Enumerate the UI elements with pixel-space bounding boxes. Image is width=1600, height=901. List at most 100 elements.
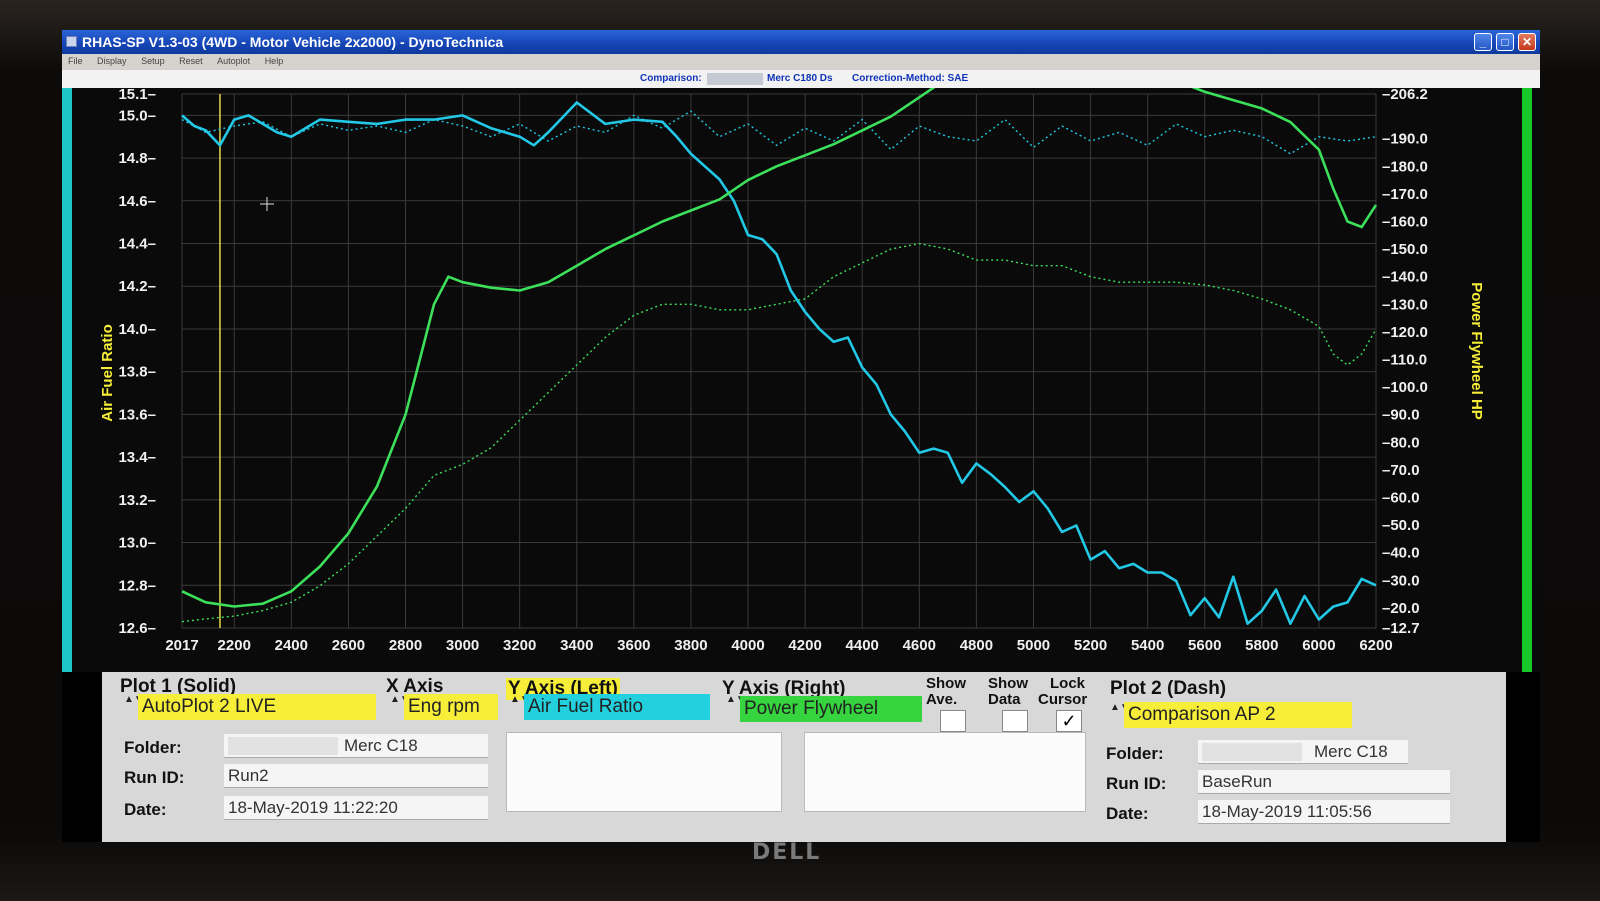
plot2-spinner[interactable]: ▲▼ [1110,702,1130,728]
chart-canvas[interactable]: 2017 2200 2400 2600 2800 3000 3200 3400 3600 3800… [62,88,1540,672]
comparison-label: Comparison: [640,73,702,84]
x-tick-label: 5000 [1017,637,1050,654]
x-tick-label: 3200 [503,637,536,654]
x-tick-label: 6000 [1302,637,1335,654]
minimize-button[interactable]: _ [1474,33,1492,51]
y-left-tick-label: 14.6– [118,193,156,210]
dell-logo: DELL [752,840,822,865]
lock-cursor-checkbox[interactable]: ✓ [1056,710,1082,732]
power-solid-series-line [181,88,1378,608]
x-tick-label: 3600 [617,637,650,654]
window-title: RHAS-SP V1.3-03 (4WD - Motor Vehicle 2x2… [82,34,504,50]
menu-autoplot[interactable]: Autoplot [217,56,250,66]
app-icon [66,36,77,47]
correction-method: Correction-Method: SAE [852,73,969,84]
afr-solid-series-line [181,101,1377,626]
plot1-date-label: Date: [124,800,167,819]
menu-file[interactable]: File [68,56,83,66]
y-right-tick-label: –180.0 [1382,158,1428,175]
y-left-tick-label: 12.6– [118,620,156,637]
comparison-folder-redacted [707,73,763,85]
y-left-tick-label: 13.0– [118,535,156,552]
y-right-tick-label: –206.2 [1382,88,1428,103]
y-axis-left-select[interactable]: Air Fuel Ratio [524,694,710,720]
x-tick-label: 3400 [560,637,593,654]
y-right-tick-label: –160.0 [1382,213,1428,230]
lock-cursor-label-bottom: Cursor [1038,691,1088,708]
x-tick-label: 2017 [165,637,198,654]
y-right-tick-label: –100.0 [1382,379,1428,396]
menu-setup[interactable]: Setup [141,56,165,66]
maximize-button[interactable]: □ [1496,33,1514,51]
plot1-folder-redacted [228,737,338,755]
plot1-select[interactable]: AutoPlot 2 LIVE [138,694,376,720]
show-data-checkbox[interactable] [1002,710,1028,732]
x-axis-select[interactable]: Eng rpm [404,694,498,720]
x-tick-label: 4000 [731,637,764,654]
x-tick-label: 3800 [674,637,707,654]
plot1-spinner[interactable]: ▲▼ [124,694,144,720]
y-right-tick-label: –20.0 [1382,600,1420,617]
comparison-info-bar: Comparison: Merc C180 Ds Correction-Meth… [62,70,1540,88]
title-bar: RHAS-SP V1.3-03 (4WD - Motor Vehicle 2x2… [62,30,1540,54]
x-tick-label: 5200 [1074,637,1107,654]
menu-help[interactable]: Help [265,56,284,66]
y-left-tick-label: 13.2– [118,492,156,509]
x-axis-spinner[interactable]: ▲▼ [390,694,410,720]
plot2-folder-field: Merc C18 [1198,740,1408,764]
y-right-tick-label: –60.0 [1382,489,1420,506]
show-ave-checkbox[interactable] [940,710,966,732]
x-tick-label: 2200 [218,637,251,654]
plot2-folder-value: Merc C18 [1314,742,1388,761]
y-right-tick-label: –190.0 [1382,131,1428,148]
plot1-folder-field: Merc C18 [224,734,488,758]
y-right-tick-label: –12.7 [1382,620,1420,637]
y-right-axis-title: Power Flywheel HP [1468,282,1485,420]
y-right-tick-label: –140.0 [1382,269,1428,286]
control-panel: Plot 1 (Solid) X Axis Y Axis (Left) Y Ax… [102,672,1506,842]
plot1-runid-field: Run2 [224,764,488,788]
x-tick-label: 5600 [1188,637,1221,654]
plot2-date-field: 18-May-2019 11:05:56 [1198,800,1450,824]
plot2-date-label: Date: [1106,804,1149,823]
plot2-label: Plot 2 (Dash) [1110,678,1227,699]
y-left-tick-label: 14.8– [118,150,156,167]
y-left-tick-label: 12.8– [118,577,156,594]
plot2-notes-box [804,732,1086,812]
y-axis-left-spinner[interactable]: ▲▼ [510,694,530,720]
x-tick-label: 2600 [332,637,365,654]
y-left-tick-label: 13.4– [118,449,156,466]
close-button[interactable]: ✕ [1518,33,1536,51]
menu-display[interactable]: Display [97,56,127,66]
power-dash-series-line [181,242,1377,623]
plot2-runid-label: Run ID: [1106,774,1167,793]
x-tick-label: 6200 [1359,637,1392,654]
menu-bar: File Display Setup Reset Autoplot Help [62,54,1540,70]
y-right-tick-label: –30.0 [1382,572,1420,589]
plot2-select[interactable]: Comparison AP 2 [1124,702,1352,728]
y-right-tick-label: –50.0 [1382,517,1420,534]
screen: RHAS-SP V1.3-03 (4WD - Motor Vehicle 2x2… [62,30,1540,842]
show-data-label-top: Show [988,675,1028,692]
plot2-folder-label: Folder: [1106,744,1164,763]
x-tick-label: 2400 [275,637,308,654]
dyno-chart[interactable]: 2017 2200 2400 2600 2800 3000 3200 3400 3600 3800… [62,88,1540,672]
y-right-tick-label: –90.0 [1382,407,1420,424]
plot1-folder-value: Merc C18 [344,736,418,755]
y-right-tick-label: –120.0 [1382,324,1428,341]
y-axis-right-select[interactable]: Power Flywheel [740,696,922,722]
y-right-tick-label: –110.0 [1382,351,1427,368]
y-left-tick-label: 13.8– [118,364,156,381]
y-left-tick-label: 13.6– [118,406,156,423]
y-left-tick-label: 15.1– [118,88,156,103]
plot1-date-field: 18-May-2019 11:22:20 [224,796,488,820]
y-left-axis-title: Air Fuel Ratio [99,324,116,422]
x-tick-label: 5400 [1131,637,1164,654]
y-right-tick-label: –70.0 [1382,462,1420,479]
plot1-runid-label: Run ID: [124,768,185,787]
show-ave-label-top: Show [926,675,966,692]
x-tick-label: 3000 [446,637,479,654]
menu-reset[interactable]: Reset [179,56,203,66]
y-axis-right-spinner[interactable]: ▲▼ [726,694,746,720]
y-right-tick-label: –130.0 [1382,296,1428,313]
